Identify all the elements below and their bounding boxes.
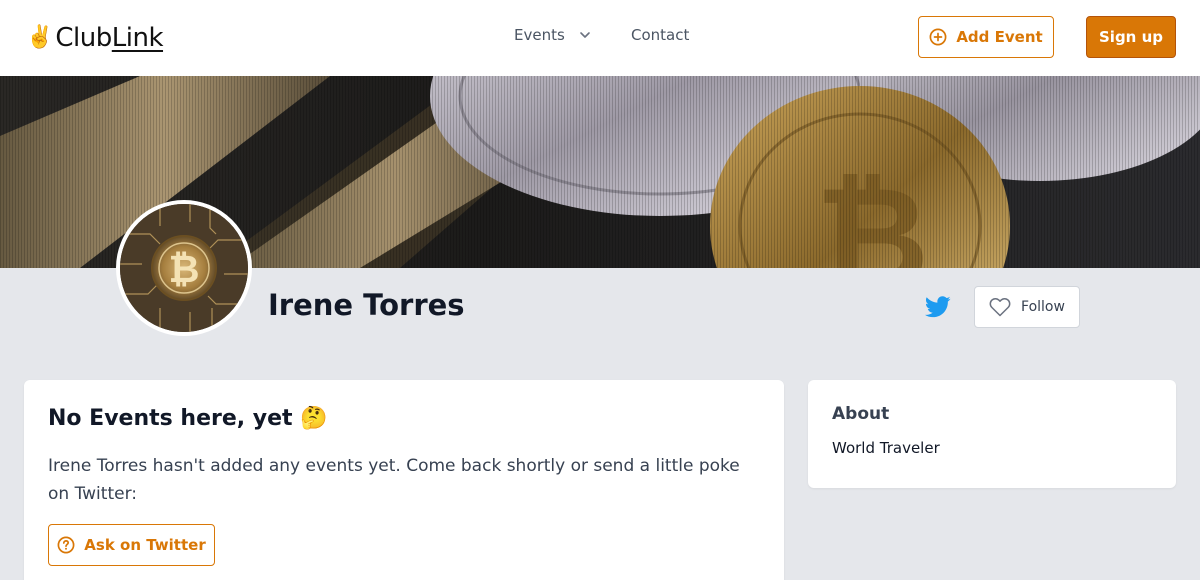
nav-events-dropdown[interactable]: Events <box>514 26 591 44</box>
add-event-label: Add Event <box>956 28 1043 46</box>
svg-text:₿: ₿ <box>169 247 200 291</box>
peace-hand-icon: ✌️ <box>26 25 54 50</box>
clublink-logo[interactable]: ✌️ Club Link <box>26 22 164 54</box>
events-empty-message: Irene Torres hasn't added any events yet… <box>48 456 740 504</box>
heart-icon <box>989 297 1011 317</box>
top-header: ✌️ Club Link Events Contact Add Event Si… <box>0 0 1200 76</box>
about-title: About <box>832 404 890 424</box>
logo-text-club: Club <box>55 23 112 53</box>
profile-name: Irene Torres <box>268 288 465 322</box>
ask-on-twitter-label: Ask on Twitter <box>84 536 206 554</box>
logo-text-link: Link <box>111 23 164 53</box>
events-empty-title: No Events here, yet 🤔 <box>48 406 328 431</box>
profile-avatar: ₿ <box>116 200 252 336</box>
twitter-profile-link[interactable] <box>924 295 951 319</box>
nav-events-label: Events <box>514 26 565 44</box>
follow-button[interactable]: Follow <box>974 286 1080 328</box>
chevron-down-icon <box>579 32 590 38</box>
add-event-button[interactable]: Add Event <box>918 16 1054 58</box>
events-card: No Events here, yet 🤔 Irene Torres hasn'… <box>24 380 784 580</box>
twitter-icon <box>924 296 951 318</box>
question-circle-icon <box>57 536 75 554</box>
sign-up-button[interactable]: Sign up <box>1086 16 1176 58</box>
plus-circle-icon <box>929 28 947 46</box>
about-text: World Traveler <box>832 439 940 457</box>
ask-on-twitter-button[interactable]: Ask on Twitter <box>48 524 215 566</box>
about-card: About World Traveler <box>808 380 1176 488</box>
follow-label: Follow <box>1021 299 1065 315</box>
nav-contact-link[interactable]: Contact <box>631 26 689 44</box>
